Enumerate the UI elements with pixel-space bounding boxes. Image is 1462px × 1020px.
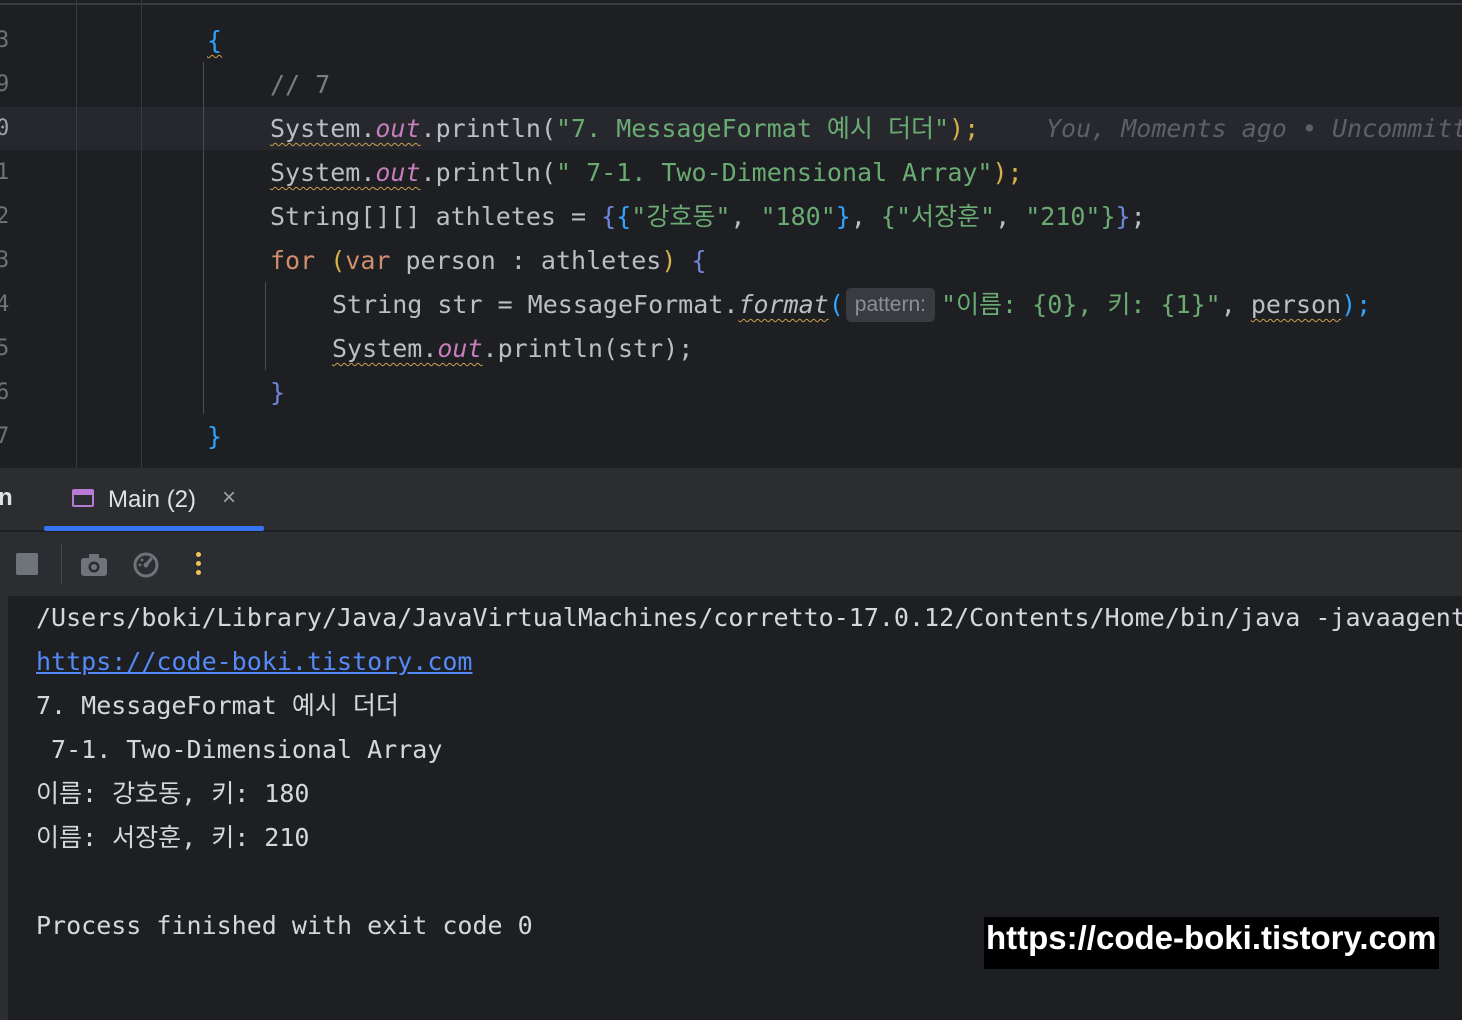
string-literal: "강호동" [631,202,731,231]
console-line: 이름: 강호동, 키: 180 [36,779,310,808]
indent-guide [203,62,204,414]
line-number: 3 [0,28,10,53]
code-editor[interactable]: 3 9 0 1 2 3 4 5 6 7 { // 7 System.out.pr… [0,0,1462,468]
code-line[interactable]: String[][] athletes = {{"강호동", "180"}, {… [270,195,1146,239]
parameter-hint: pattern: [845,288,935,322]
console-link[interactable]: https://code-boki.tistory.com [36,640,473,684]
string-literal: "서장훈" [895,202,996,231]
method-call: .println( [420,158,556,187]
run-toolbar [0,532,1462,596]
dot: . [360,114,376,143]
tool-window-title: n [0,484,13,511]
run-tool-window-header: n Main (2) × [0,468,1462,531]
punctuation: ); [949,114,980,143]
dot: . [360,158,376,187]
line-number: 2 [0,204,10,229]
indent-guide [265,282,266,370]
close-icon[interactable]: × [222,484,236,512]
static-field: out [375,158,421,187]
string-literal: "180" [760,202,836,231]
code-line[interactable]: } [270,371,285,415]
stop-icon[interactable] [16,553,38,575]
console-exit-line: Process finished with exit code 0 [36,911,533,940]
loop-expression: person : athletes [390,246,662,275]
line-number: 4 [0,292,10,317]
punctuation: ); [1341,290,1372,319]
string-literal: "210" [1025,202,1101,231]
code-line[interactable]: // 7 [270,63,330,107]
console-tab-icon [72,489,94,507]
editor-top-border [0,3,1462,5]
line-number: 6 [0,380,10,405]
punctuation: ); [992,158,1023,187]
paren: ) [661,246,692,275]
brace: { [880,202,896,231]
string-literal: " 7-1. Two-Dimensional Array" [556,158,993,187]
code-line[interactable]: String str = MessageFormat.format(patter… [332,283,1371,327]
punctuation: , [995,202,1026,231]
brace: } [835,202,851,231]
punctuation: ; [1130,202,1146,231]
code-line[interactable]: } [207,415,222,459]
line-number: 0 [0,116,10,141]
line-number: 3 [0,248,10,273]
static-field: out [437,334,483,363]
brace: { [691,246,707,275]
keyword: var [345,246,391,275]
line-number: 9 [0,72,10,97]
console-line: 7. MessageFormat 예시 더더 [36,691,399,720]
console-line-command: /Users/boki/Library/Java/JavaVirtualMach… [36,603,1462,632]
toolbar-separator [61,544,62,584]
class-ref: System [332,334,423,363]
method-call: .println( [420,114,556,143]
fold-guide [141,0,142,468]
code-line[interactable]: { [207,19,222,63]
gutter-separator [76,0,77,468]
watermark-text: https://code-boki.tistory.com [986,919,1437,956]
brace: } [270,378,286,407]
brace: } [207,422,223,451]
brace: } [1115,202,1131,231]
more-icon[interactable] [196,552,201,576]
declaration: String[][] athletes = [270,202,602,231]
method-call: .println(str); [482,334,694,363]
code-line[interactable]: System.out.println(" 7-1. Two-Dimensiona… [270,151,1023,195]
line-number: 5 [0,336,10,361]
class-ref: System [270,158,361,187]
string-literal: "이름: {0}, 키: {1}" [940,290,1221,319]
static-field: out [375,114,421,143]
brace: { [616,202,632,231]
watermark: https://code-boki.tistory.com [984,917,1439,969]
code-line-current[interactable]: System.out.println("7. MessageFormat 예시 … [270,107,979,151]
punctuation: , [1220,290,1251,319]
punctuation: , [730,202,761,231]
class-ref: System [270,114,361,143]
paren: ( [828,290,844,319]
console-line: 이름: 서장훈, 키: 210 [36,823,310,852]
git-blame-annotation[interactable]: You, Moments ago • Uncommitted changes [1046,107,1462,151]
code-line[interactable]: for (var person : athletes) { [270,239,707,283]
tab-main-2[interactable]: Main (2) × [44,468,264,531]
comment: // 7 [270,70,331,99]
keyword: for [270,246,316,275]
dot: . [422,334,438,363]
tab-label: Main (2) [108,486,197,513]
code-line[interactable]: System.out.println(str); [332,327,693,371]
static-method: format [738,290,829,319]
profiler-icon[interactable] [131,550,161,580]
console-gutter [0,596,8,1020]
brace: { [601,202,617,231]
declaration: String str = MessageFormat. [332,290,739,319]
line-number: 7 [0,424,10,449]
punctuation: , [850,202,881,231]
string-literal: "7. MessageFormat 예시 더더" [556,114,950,143]
console-line: 7-1. Two-Dimensional Array [36,735,443,764]
paren: ( [315,246,346,275]
active-tab-indicator [44,526,264,531]
brace: } [1100,202,1116,231]
line-number: 1 [0,160,10,185]
camera-icon[interactable] [79,550,109,580]
variable-ref: person [1250,290,1342,319]
brace: { [207,26,223,55]
